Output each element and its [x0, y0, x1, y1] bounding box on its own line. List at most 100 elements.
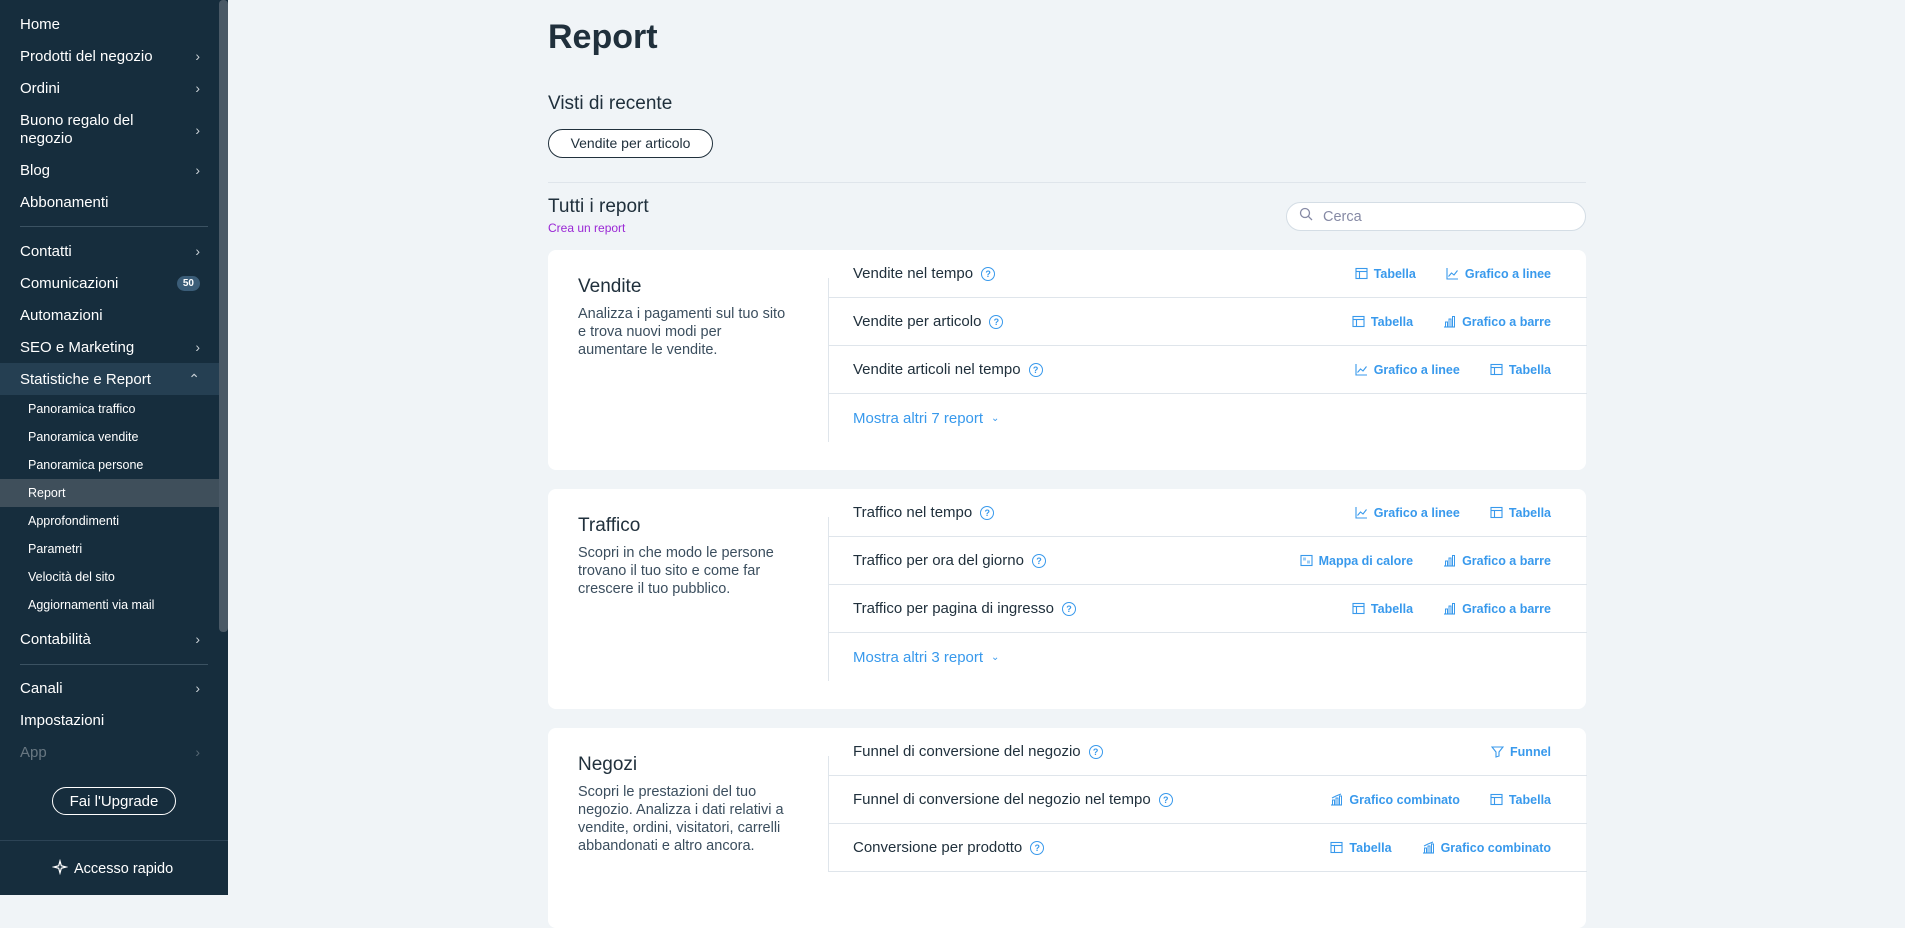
view-links: Grafico a linee Tabella: [1355, 506, 1551, 520]
recent-report-chip[interactable]: Vendite per articolo: [548, 129, 713, 158]
report-name: Vendite per articolo: [853, 313, 982, 330]
view-link-label: Grafico combinato: [1349, 792, 1460, 807]
sidebar-item-prodotti[interactable]: Prodotti del negozio ›: [0, 42, 220, 70]
sidebar-item-home[interactable]: Home: [0, 10, 220, 38]
table-icon: [1352, 602, 1365, 615]
view-link-label: Tabella: [1508, 362, 1551, 377]
sidebar-item-seo[interactable]: SEO e Marketing ›: [0, 333, 220, 361]
upgrade-button[interactable]: Fai l'Upgrade: [52, 787, 176, 815]
help-icon[interactable]: ?: [1061, 601, 1076, 616]
sidebar-subitem[interactable]: Velocità del sito: [0, 563, 220, 591]
sidebar-item-label: Contabilità: [20, 630, 91, 648]
help-icon[interactable]: ?: [980, 505, 995, 520]
sidebar-item-blog[interactable]: Blog ›: [0, 156, 220, 184]
sidebar-item-app[interactable]: App ›: [0, 738, 220, 766]
sidebar-subitem[interactable]: Panoramica traffico: [0, 395, 220, 423]
sidebar-subitem[interactable]: Approfondimenti: [0, 507, 220, 535]
help-icon[interactable]: ?: [1031, 553, 1046, 568]
view-grafico-a-barre-link[interactable]: Grafico a barre: [1443, 602, 1551, 616]
help-icon[interactable]: ?: [1028, 362, 1043, 377]
view-mappa-di-calore-link[interactable]: Mappa di calore: [1300, 554, 1413, 568]
create-report-link[interactable]: Crea un report: [548, 221, 625, 235]
sidebar-item-label: Comunicazioni: [20, 274, 119, 292]
view-grafico-combinato-link[interactable]: Grafico combinato: [1422, 841, 1551, 855]
report-row-conversione-per-prodotto: Conversione per prodotto? Tabella Grafico …: [829, 824, 1587, 872]
view-links: Tabella Grafico a linee: [1355, 267, 1551, 281]
view-link-label: Tabella: [1373, 266, 1416, 281]
sidebar-item-contabilita[interactable]: Contabilità ›: [0, 625, 220, 653]
view-grafico-a-barre-link[interactable]: Grafico a barre: [1443, 554, 1551, 568]
view-grafico-a-linee-link[interactable]: Grafico a linee: [1446, 267, 1551, 281]
report-row-vendite-per-articolo: Vendite per articolo? Tabella Grafico a ba…: [829, 298, 1587, 346]
chevron-right-icon: ›: [195, 243, 200, 259]
view-funnel-link[interactable]: Funnel: [1491, 745, 1551, 759]
view-links: Mappa di calore Grafico a barre: [1300, 554, 1551, 568]
view-tabella-link[interactable]: Tabella: [1490, 793, 1551, 807]
sidebar-item-label: Contatti: [20, 242, 72, 260]
sidebar-item-automazioni[interactable]: Automazioni: [0, 301, 220, 329]
line-chart-icon: [1355, 506, 1368, 519]
view-link-label: Tabella: [1370, 601, 1414, 616]
search-box[interactable]: [1286, 202, 1586, 231]
view-grafico-a-linee-link[interactable]: Grafico a linee: [1355, 363, 1460, 377]
view-grafico-combinato-link[interactable]: Grafico combinato: [1330, 792, 1460, 807]
sidebar-subitem-active[interactable]: Report: [0, 479, 220, 507]
view-tabella-link[interactable]: Tabella: [1490, 363, 1551, 377]
view-grafico-a-linee-link[interactable]: Grafico a linee: [1355, 506, 1460, 520]
sidebar-subitem[interactable]: Aggiornamenti via mail: [0, 591, 220, 619]
sidebar-bottom-divider: [0, 840, 228, 841]
view-grafico-a-barre-link[interactable]: Grafico a barre: [1443, 315, 1551, 329]
sidebar-scrollbar[interactable]: [219, 0, 228, 632]
sidebar-item-statistiche[interactable]: Statistiche e Report ⌃: [0, 363, 220, 395]
help-icon[interactable]: ?: [1088, 744, 1103, 759]
sidebar-subitem[interactable]: Panoramica vendite: [0, 423, 220, 451]
report-card-negozi: Negozi Scopri le prestazioni del tuo nego…: [548, 728, 1587, 928]
main-content: Report Visti di recente Vendite per arti…: [228, 0, 1905, 928]
quick-access-label: Accesso rapido: [74, 861, 174, 877]
view-tabella-link[interactable]: Tabella: [1352, 315, 1413, 329]
sidebar-subitem[interactable]: Parametri: [0, 535, 220, 563]
sidebar-item-ordini[interactable]: Ordini ›: [0, 74, 220, 102]
view-tabella-link[interactable]: Tabella: [1330, 840, 1392, 855]
report-row-traffico-per-ora-del-giorno: Traffico per ora del giorno? Mappa di cal…: [829, 537, 1587, 585]
chevron-right-icon: ›: [195, 339, 200, 355]
sidebar-item-contatti[interactable]: Contatti ›: [0, 237, 220, 265]
help-icon[interactable]: ?: [1158, 792, 1173, 807]
view-link-label: Tabella: [1349, 840, 1392, 855]
sidebar-item-abbonamenti[interactable]: Abbonamenti: [0, 188, 220, 216]
sidebar-item-label: Ordini: [20, 79, 61, 97]
help-icon[interactable]: ?: [981, 266, 996, 281]
sidebar-item-buono-regalo[interactable]: Buono regalo del negozio ›: [0, 110, 220, 150]
show-more-link[interactable]: Mostra altri 7 report ⌄: [829, 394, 1587, 442]
report-row-funnel-di-conversione-del-negozio-nel-tempo: Funnel di conversione del negozio nel te…: [829, 776, 1587, 824]
table-icon: [1330, 841, 1343, 854]
table-icon: [1355, 267, 1368, 280]
sidebar-subitem[interactable]: Panoramica persone: [0, 451, 220, 479]
help-icon[interactable]: ?: [989, 314, 1004, 329]
view-tabella-link[interactable]: Tabella: [1355, 267, 1416, 281]
view-tabella-link[interactable]: Tabella: [1352, 602, 1413, 616]
help-icon[interactable]: ?: [1030, 840, 1045, 855]
bar-chart-icon: [1443, 602, 1456, 615]
view-links: Funnel: [1491, 745, 1551, 759]
search-input[interactable]: [1321, 207, 1565, 226]
chevron-right-icon: ›: [195, 744, 200, 760]
view-tabella-link[interactable]: Tabella: [1490, 506, 1551, 520]
section-divider: [548, 182, 1586, 183]
card-title: Negozi: [578, 754, 638, 775]
sidebar-item-canali[interactable]: Canali ›: [0, 674, 220, 702]
view-link-label: Mappa di calore: [1318, 553, 1414, 568]
sidebar-divider: [20, 226, 208, 227]
report-list: Funnel di conversione del negozio? Funnel…: [828, 743, 1587, 872]
report-list: Vendite nel tempo? Tabella Grafico a linee…: [828, 265, 1587, 442]
report-name: Traffico nel tempo: [853, 504, 973, 521]
view-link-label: Grafico a barre: [1462, 601, 1551, 616]
report-name: Vendite nel tempo: [853, 265, 974, 282]
sidebar-item-impostazioni[interactable]: Impostazioni: [0, 706, 220, 734]
show-more-link[interactable]: Mostra altri 3 report ⌄: [829, 633, 1587, 681]
sidebar-item-comunicazioni[interactable]: Comunicazioni 50: [0, 269, 220, 297]
chevron-right-icon: ›: [195, 631, 200, 647]
quick-access-button[interactable]: Accesso rapido: [51, 858, 174, 879]
notification-badge: 50: [176, 275, 200, 291]
sidebar-item-label: Canali: [20, 679, 63, 697]
